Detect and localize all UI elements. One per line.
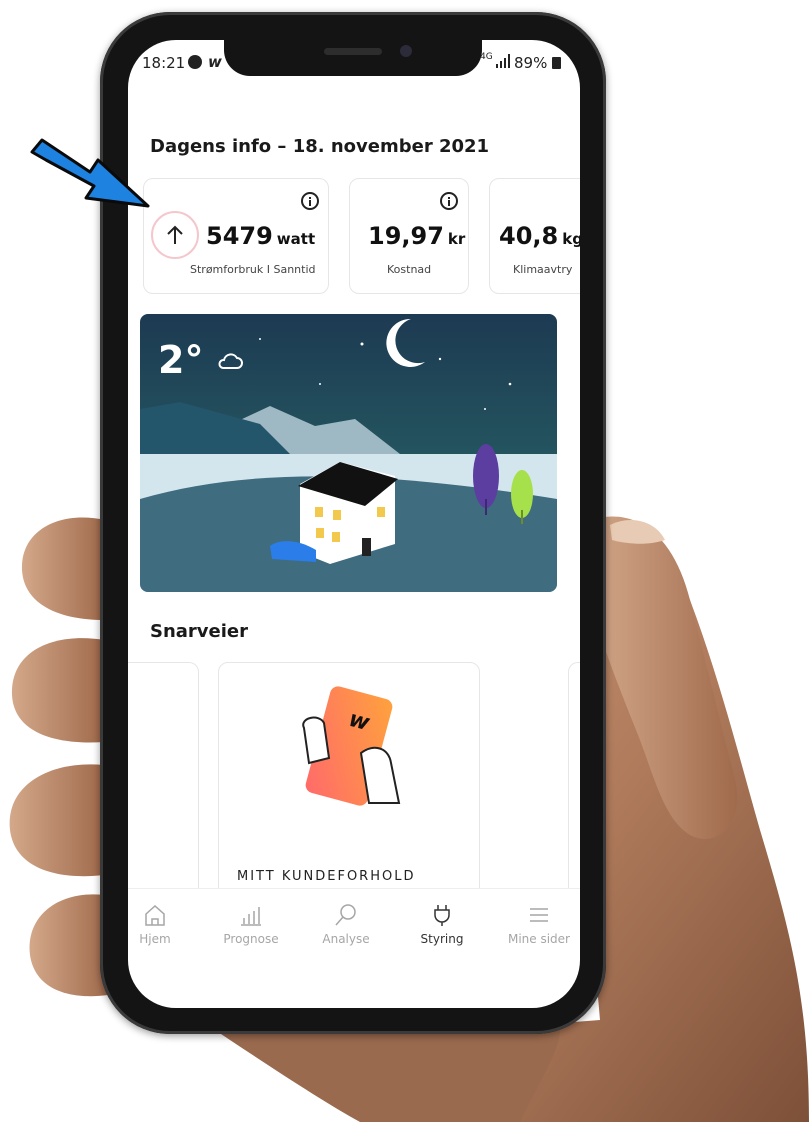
power-value: 5479 watt	[206, 222, 316, 250]
cost-card[interactable]: 19,97 kr Kostnad	[349, 178, 469, 294]
arrow-up-circle-icon	[151, 211, 199, 259]
info-icon[interactable]	[301, 192, 319, 210]
signal-icon	[496, 54, 510, 68]
tab-prognose[interactable]: Prognose	[211, 902, 291, 946]
climate-card[interactable]: 40,8 kg Klimaavtry	[489, 178, 580, 294]
blue-pointer-arrow	[30, 138, 150, 208]
temperature: 2°	[158, 338, 204, 382]
cost-label: Kostnad	[387, 263, 432, 276]
tab-label: Hjem	[139, 932, 171, 946]
tab-hjem[interactable]: Hjem	[128, 902, 195, 946]
info-icon[interactable]	[440, 192, 458, 210]
climate-value: 40,8 kg	[499, 222, 580, 250]
shortcut-label: MITT KUNDEFORHOLD	[237, 869, 416, 884]
phone-screen: 18:21 w 4G 89% Dagens info – 18. novembe…	[128, 40, 580, 1008]
cost-value: 19,97 kr	[368, 222, 466, 250]
shortcut-card-partial[interactable]	[128, 662, 199, 904]
plug-icon	[434, 905, 450, 926]
speaker	[324, 48, 382, 55]
shortcut-card-partial[interactable]	[568, 662, 580, 904]
cloud-icon	[218, 353, 243, 369]
power-card[interactable]: 5479 watt Strømforbruk I Sanntid	[143, 178, 329, 294]
customer-card-illustration	[302, 686, 401, 806]
tab-analyse[interactable]: Analyse	[306, 902, 386, 946]
weather-card[interactable]: 2°	[140, 314, 557, 592]
home-icon	[145, 904, 165, 926]
snarveier-title: Snarveier	[150, 621, 248, 642]
app-notification-icon: w	[208, 53, 222, 71]
shortcut-card-mitt-kundeforhold[interactable]: w MITT KUNDEFORHOLD	[218, 662, 480, 904]
menu-icon	[530, 908, 548, 922]
bar-chart-icon	[241, 907, 261, 926]
tab-label: Prognose	[223, 932, 279, 946]
status-notification-icon	[188, 55, 202, 69]
notch	[224, 40, 482, 76]
front-camera	[400, 45, 412, 57]
tab-label: Styring	[420, 932, 464, 946]
tab-mine-sider[interactable]: Mine sider	[499, 902, 579, 946]
tab-label: Analyse	[322, 932, 370, 946]
climate-label: Klimaavtry	[513, 263, 573, 276]
status-battery: 89%	[514, 54, 548, 72]
status-network: 4G	[480, 52, 493, 62]
battery-icon	[552, 57, 561, 69]
dagens-info-title: Dagens info – 18. november 2021	[150, 136, 490, 157]
power-label: Strømforbruk I Sanntid	[190, 263, 316, 276]
status-time: 18:21	[142, 54, 186, 72]
tab-label: Mine sider	[507, 932, 570, 946]
tab-styring[interactable]: Styring	[402, 902, 482, 946]
magnifier-icon	[335, 904, 356, 926]
